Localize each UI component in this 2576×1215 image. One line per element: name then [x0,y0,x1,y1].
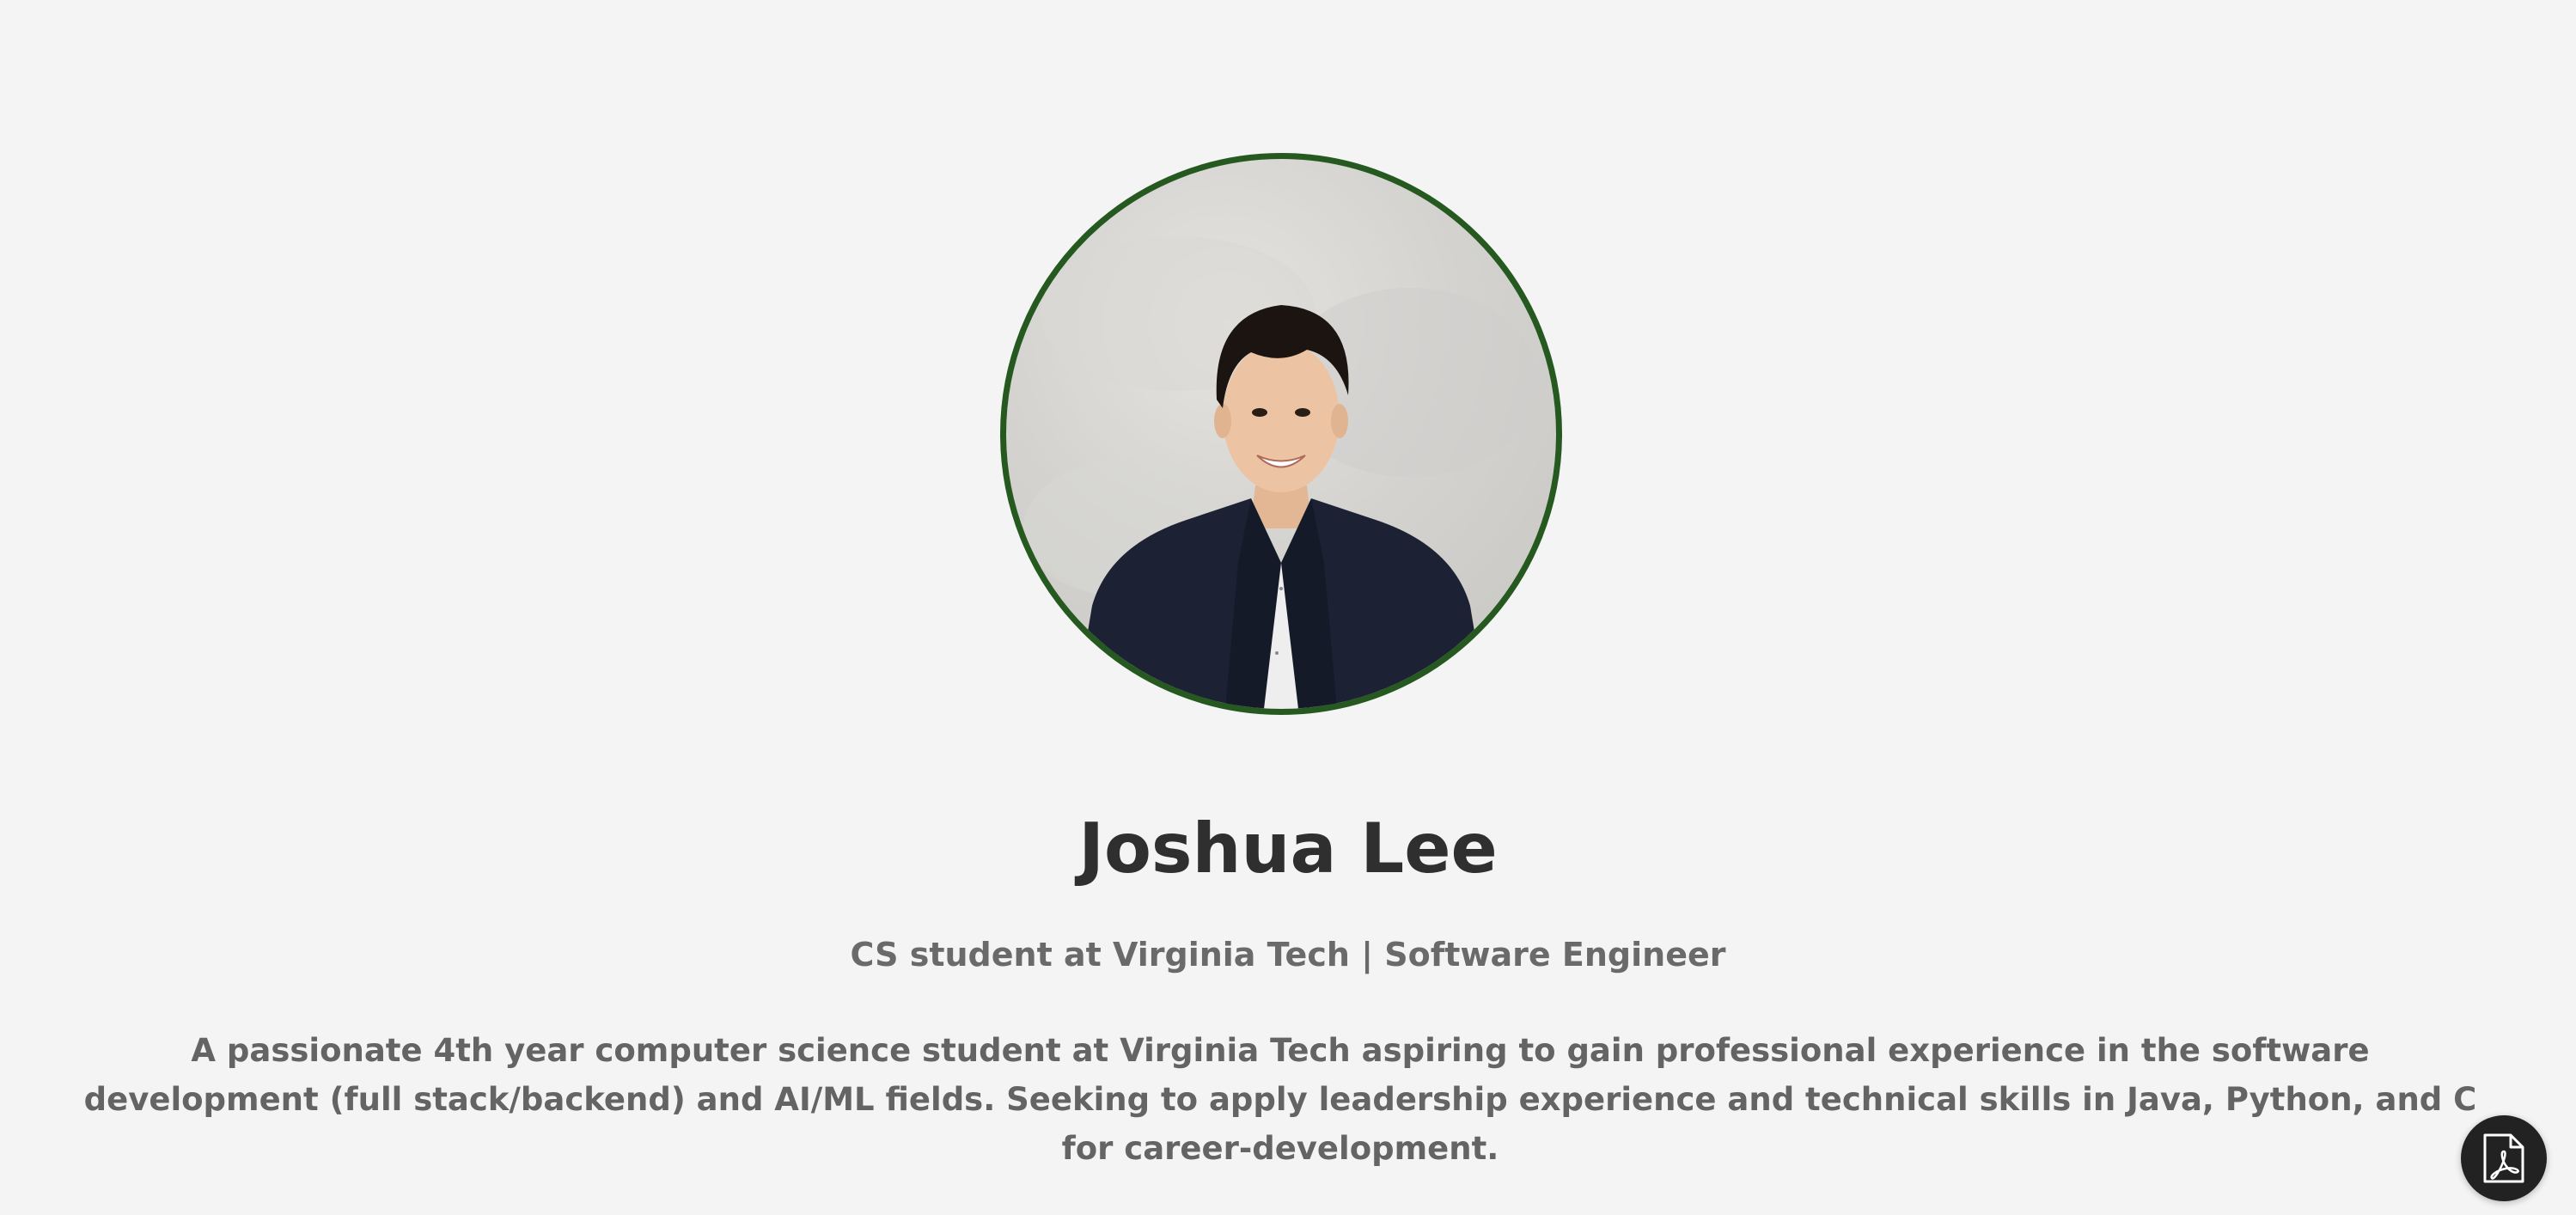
profile-name: Joshua Lee [1078,809,1498,888]
profile-tagline: CS student at Virginia Tech | Software E… [850,936,1726,974]
pdf-document-icon [2483,1133,2524,1183]
profile-avatar [1000,153,1562,715]
hero-section: Joshua Lee CS student at Virginia Tech |… [0,0,2576,1215]
profile-bio: A passionate 4th year computer science s… [83,1032,2477,1167]
profile-photo [1023,236,1539,709]
resume-pdf-button[interactable] [2461,1115,2547,1201]
